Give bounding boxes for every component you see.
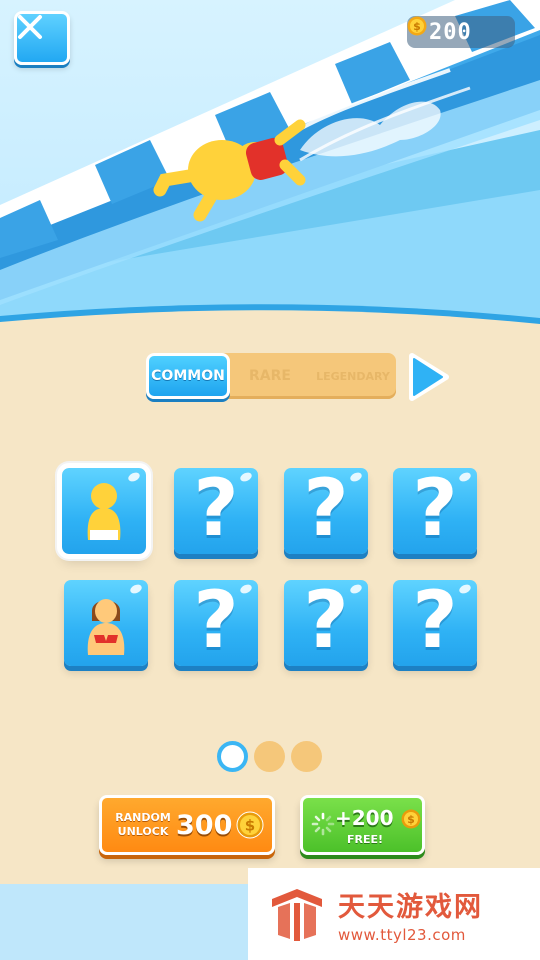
slide-scene: $ 200 [0,0,540,325]
page-dot-1[interactable] [217,741,248,772]
rarity-tabs: COMMON RARE LEGENDARY [146,353,396,399]
question-mark-icon: ? [193,580,239,666]
free-coins-amount: +200 [335,806,394,830]
locked-card-6[interactable]: ? [174,580,258,666]
locked-card-7[interactable]: ? [284,580,368,666]
locked-card-3[interactable]: ? [284,468,368,554]
tab-legendary[interactable]: LEGENDARY [310,353,396,399]
coin-icon: $ [407,16,427,36]
water-slide-illustration [0,0,540,325]
watermark-title: 天天游戏网 [338,891,483,923]
locked-card-4[interactable]: ? [393,468,477,554]
coin-icon: $ [236,811,264,839]
character-card-5[interactable] [64,580,148,666]
tab-common[interactable]: COMMON [146,353,230,399]
random-unlock-label: RANDOM UNLOCK [115,811,171,838]
coin-icon: $ [401,809,421,829]
free-coins-button[interactable]: +200 $ FREE! [300,795,425,855]
close-icon [18,15,42,39]
page-dot-3[interactable] [291,741,322,772]
bikini-character-icon [87,599,125,655]
random-unlock-button[interactable]: RANDOM UNLOCK 300 $ [99,795,275,855]
play-arrow-icon [409,353,449,401]
question-mark-icon: ? [412,468,458,554]
video-spinner-icon [311,812,335,836]
watermark-logo-icon [272,889,322,941]
svg-text:$: $ [245,817,255,835]
question-mark-icon: ? [303,580,349,666]
free-label: FREE! [347,833,384,846]
coin-amount: 200 [429,19,472,45]
question-mark-icon: ? [303,468,349,554]
svg-text:$: $ [407,813,415,826]
close-button[interactable] [14,11,70,65]
tab-rare[interactable]: RARE [230,353,310,399]
watermark-url: www.ttyl23.com [338,925,466,944]
random-unlock-price: 300 [176,809,233,841]
yellow-character-icon [87,483,121,540]
next-tab-button[interactable] [406,352,450,402]
character-card-1[interactable] [57,463,151,559]
coin-counter: $ 200 [407,16,515,48]
svg-text:$: $ [413,20,421,33]
locked-card-2[interactable]: ? [174,468,258,554]
question-mark-icon: ? [193,468,239,554]
page-dot-2[interactable] [254,741,285,772]
site-watermark: 天天游戏网 www.ttyl23.com [248,868,540,960]
locked-card-8[interactable]: ? [393,580,477,666]
question-mark-icon: ? [412,580,458,666]
bottom-band [0,884,248,960]
